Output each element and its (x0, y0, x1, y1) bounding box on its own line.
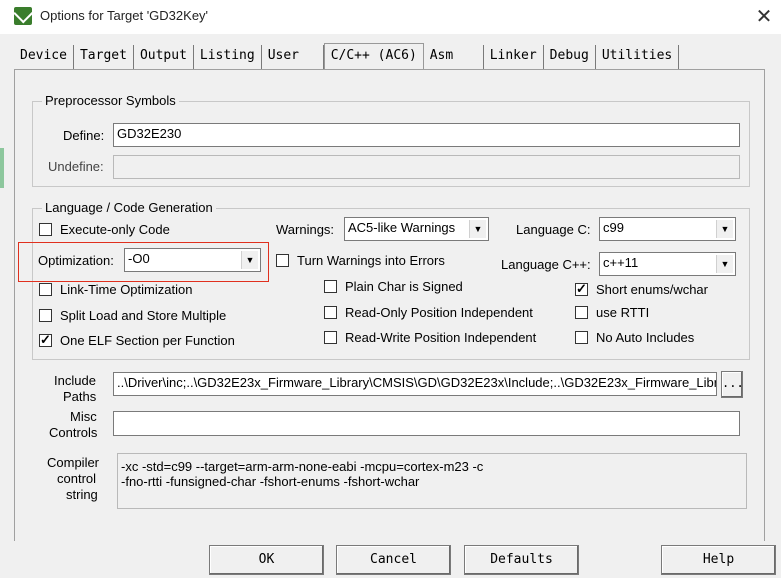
define-label: Define: (63, 128, 105, 143)
app-icon (14, 7, 32, 25)
lto-checkbox[interactable] (39, 283, 52, 296)
language-cpp-value: c++11 (603, 255, 639, 270)
ro-pi-checkbox[interactable] (324, 306, 337, 319)
window-title: Options for Target 'GD32Key' (40, 8, 209, 23)
misc-label-line1: Misc (70, 409, 97, 424)
turn-warnings-checkbox[interactable] (276, 254, 289, 267)
warnings-label: Warnings: (276, 222, 335, 237)
warnings-select[interactable]: AC5-like Warnings ▼ (344, 217, 489, 241)
language-cpp-select[interactable]: c++11 ▼ (599, 252, 736, 276)
include-browse-button[interactable]: ... (721, 371, 744, 398)
tab-utilities[interactable]: Utilities (595, 45, 680, 69)
help-button[interactable]: Help (661, 545, 776, 575)
tab-output[interactable]: Output (133, 45, 194, 69)
tab-cpp-ac6[interactable]: C/C++ (AC6) (323, 43, 424, 70)
language-cpp-label: Language C++: (501, 257, 591, 272)
codegen-legend: Language / Code Generation (42, 200, 216, 215)
preprocessor-legend: Preprocessor Symbols (42, 93, 179, 108)
optimization-value: -O0 (128, 251, 150, 266)
one-elf-label: One ELF Section per Function (60, 333, 235, 348)
split-load-label: Split Load and Store Multiple (60, 308, 227, 323)
ok-button[interactable]: OK (209, 545, 324, 575)
use-rtti-checkbox[interactable] (575, 306, 588, 319)
no-auto-includes-checkbox[interactable] (575, 331, 588, 344)
compiler-control-string: -xc -std=c99 --target=arm-arm-none-eabi … (117, 453, 747, 509)
tab-user[interactable]: User (261, 45, 324, 69)
include-label-line2: Paths (63, 389, 97, 404)
short-enums-label: Short enums/wchar (596, 282, 708, 297)
compiler-label-line2: control (57, 471, 97, 486)
compiler-label-line3: string (66, 487, 98, 502)
optimization-select[interactable]: -O0 ▼ (124, 248, 261, 272)
chevron-down-icon[interactable]: ▼ (716, 255, 733, 273)
defaults-button[interactable]: Defaults (464, 545, 579, 575)
close-icon[interactable]: ✕ (752, 4, 776, 29)
split-load-checkbox[interactable] (39, 309, 52, 322)
tab-debug[interactable]: Debug (543, 45, 596, 69)
background-edge-decoration (0, 148, 4, 188)
warnings-value: AC5-like Warnings (348, 220, 456, 235)
cancel-button[interactable]: Cancel (336, 545, 451, 575)
tab-linker[interactable]: Linker (483, 45, 544, 69)
one-elf-checkbox[interactable] (39, 332, 52, 348)
tab-device[interactable]: Device (14, 45, 74, 69)
plain-char-checkbox[interactable] (324, 280, 337, 293)
undefine-input (113, 155, 740, 179)
tab-listing[interactable]: Listing (193, 45, 262, 69)
plain-char-label: Plain Char is Signed (345, 279, 463, 294)
tab-asm[interactable]: Asm (423, 45, 484, 69)
ro-pi-label: Read-Only Position Independent (345, 305, 533, 320)
include-label-line1: Include (54, 373, 96, 388)
lto-label: Link-Time Optimization (60, 282, 193, 297)
language-c-label: Language C: (516, 222, 591, 237)
compiler-label-line1: Compiler (47, 455, 100, 470)
include-paths-input[interactable]: ..\Driver\inc;..\GD32E23x_Firmware_Libra… (113, 372, 717, 396)
misc-controls-input[interactable] (113, 411, 740, 436)
no-auto-includes-label: No Auto Includes (596, 330, 695, 345)
language-c-select[interactable]: c99 ▼ (599, 217, 736, 241)
undefine-label: Undefine: (48, 159, 104, 174)
turn-warnings-label: Turn Warnings into Errors (297, 253, 445, 268)
chevron-down-icon[interactable]: ▼ (241, 251, 258, 269)
short-enums-checkbox[interactable] (575, 281, 588, 297)
execute-only-checkbox[interactable] (39, 223, 52, 236)
tab-strip: Device Target Output Listing User C/C++ … (14, 43, 680, 70)
misc-label-line2: Controls (49, 425, 98, 440)
language-c-value: c99 (603, 220, 624, 235)
execute-only-label: Execute-only Code (60, 222, 170, 237)
use-rtti-label: use RTTI (596, 305, 650, 320)
chevron-down-icon[interactable]: ▼ (469, 220, 486, 238)
chevron-down-icon[interactable]: ▼ (716, 220, 733, 238)
rw-pi-checkbox[interactable] (324, 331, 337, 344)
rw-pi-label: Read-Write Position Independent (345, 330, 537, 345)
define-input[interactable]: GD32E230 (113, 123, 740, 147)
optimization-label: Optimization: (38, 253, 114, 268)
tab-target[interactable]: Target (73, 45, 134, 69)
